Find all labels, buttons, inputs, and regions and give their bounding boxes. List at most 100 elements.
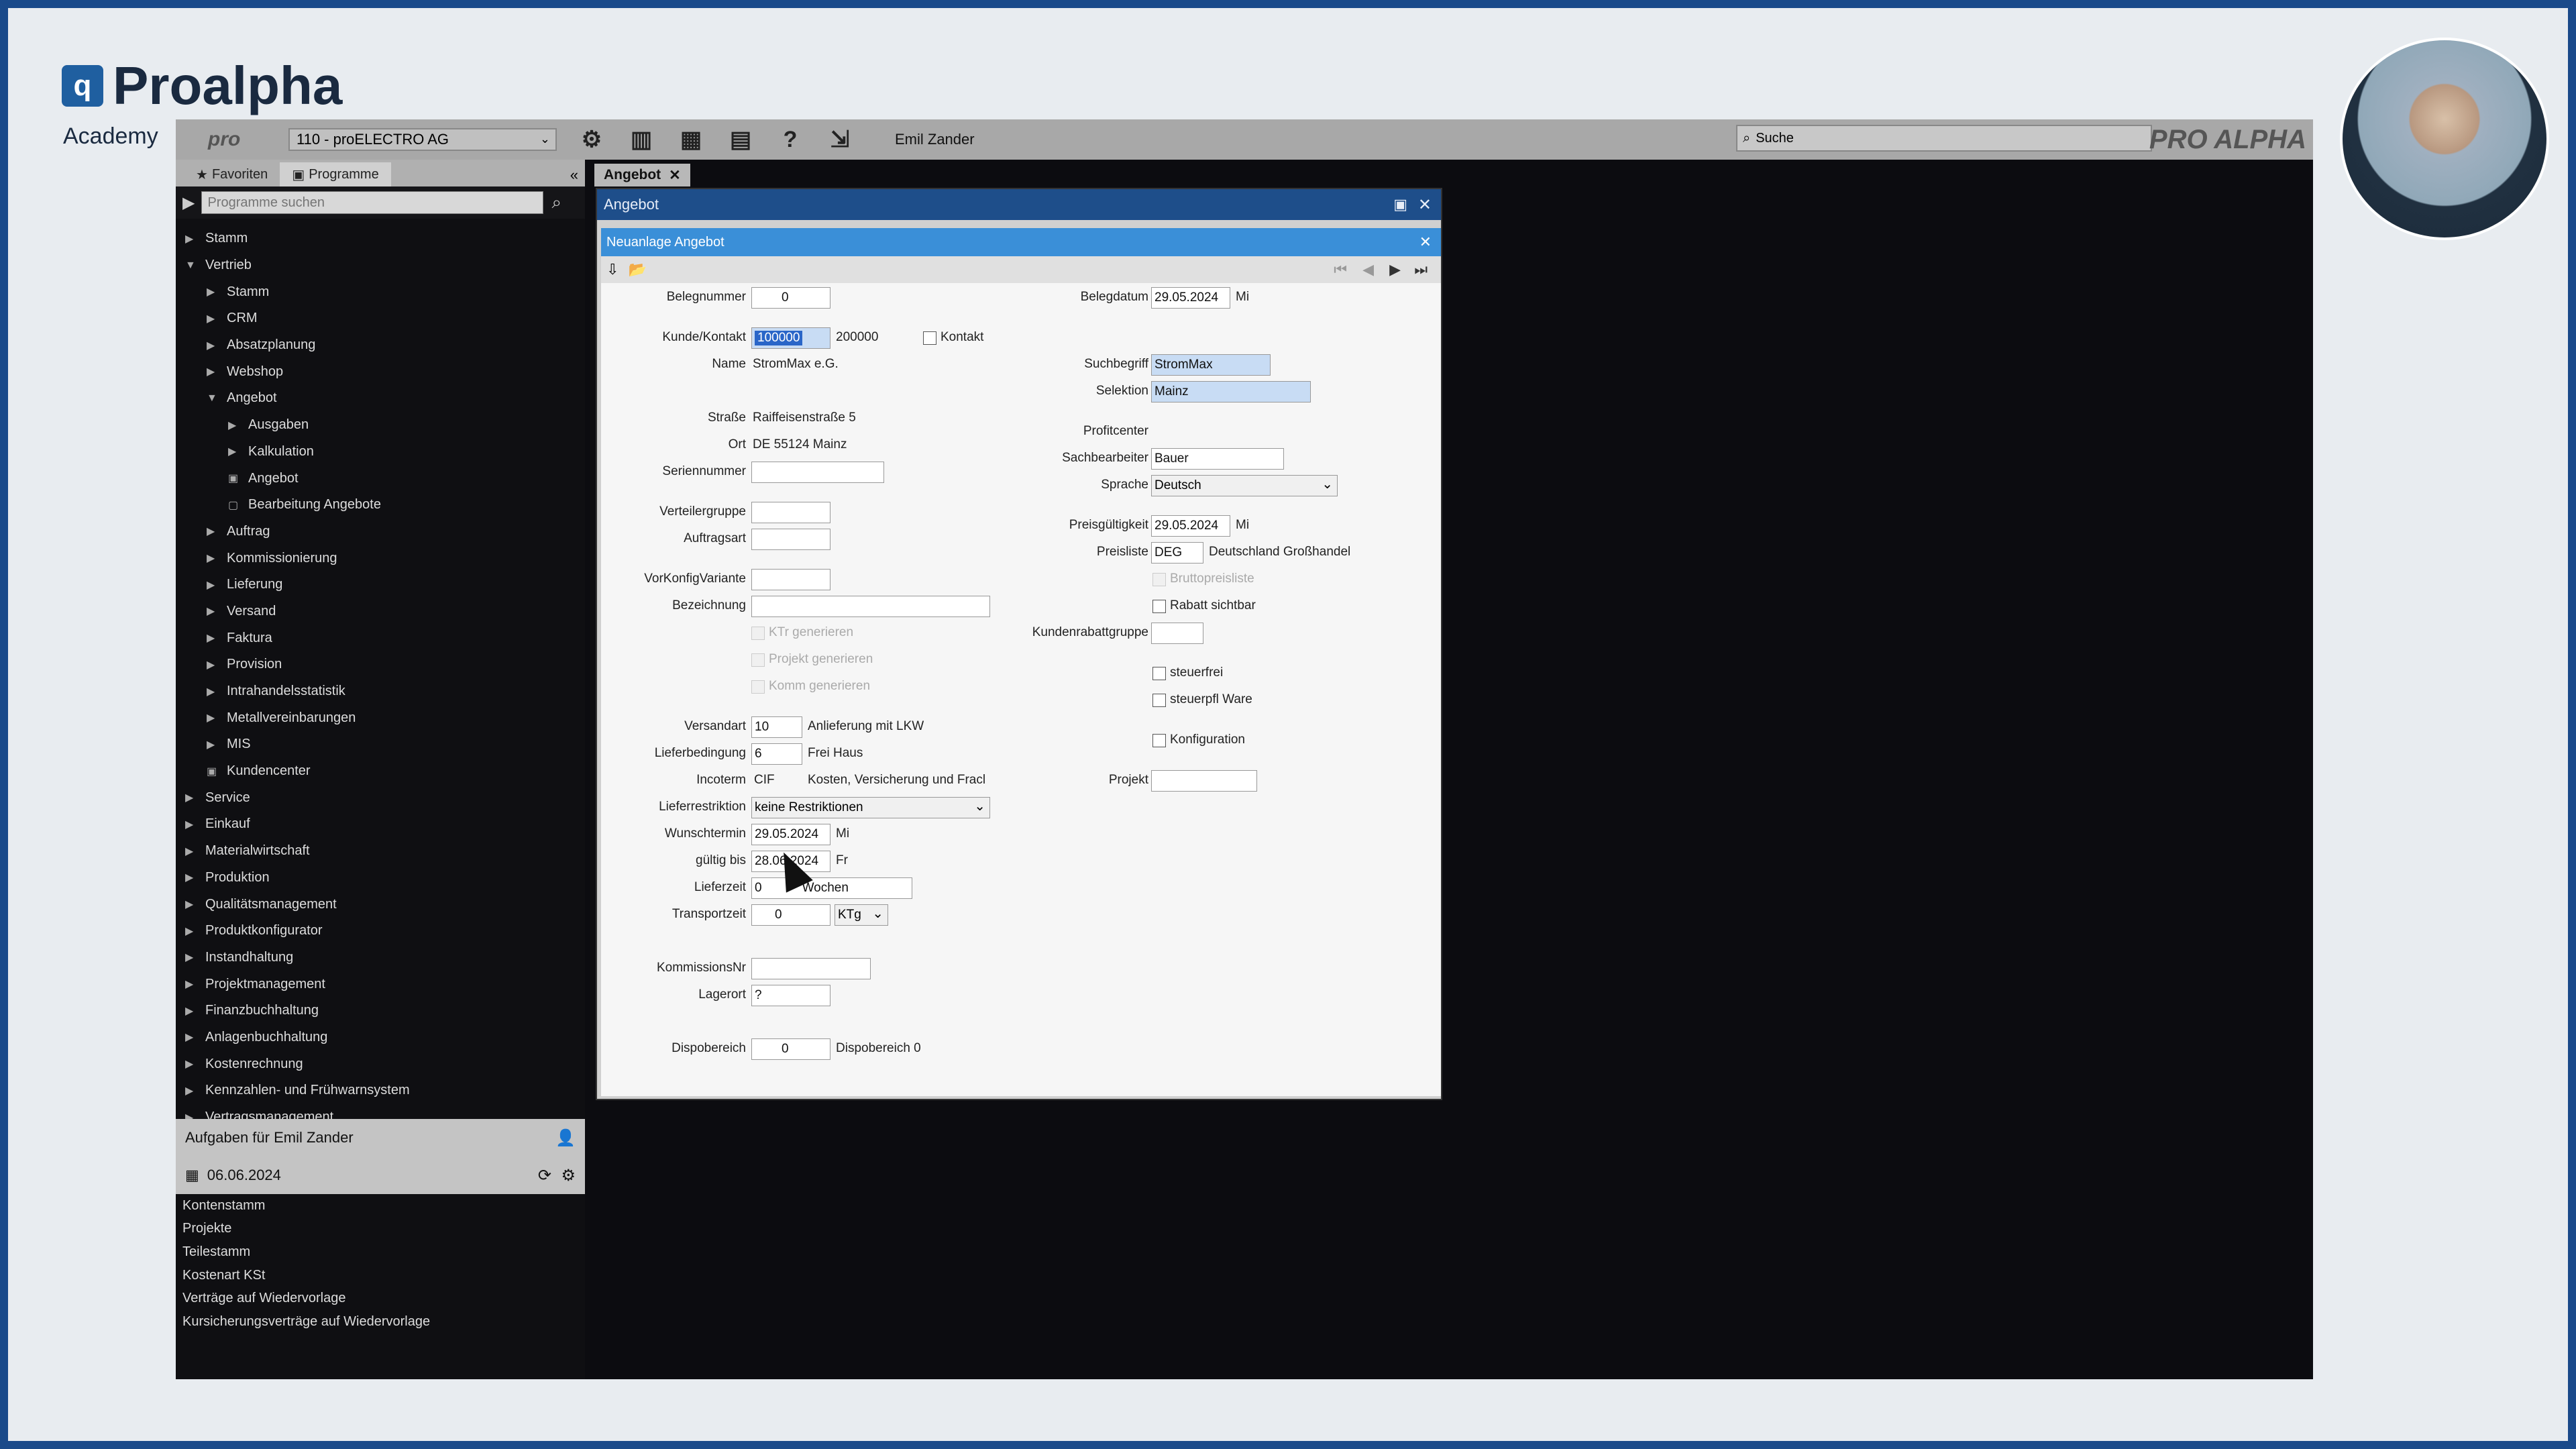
auftragsart-input[interactable] <box>751 529 830 550</box>
user-icon[interactable]: 👤 <box>555 1128 576 1148</box>
task-item[interactable]: Kursicherungsverträge auf Wiedervorlage <box>176 1310 585 1334</box>
belegnummer-input[interactable]: 0 <box>751 287 830 309</box>
komm-generieren-checkbox[interactable] <box>751 680 765 694</box>
lieferrestriktion-select[interactable]: keine Restriktionen <box>751 797 990 818</box>
task-item[interactable]: Teilestamm <box>176 1240 585 1264</box>
tree-item[interactable]: ▶ Absatzplanung <box>176 332 585 359</box>
task-item[interactable]: Kostenart KSt <box>176 1264 585 1287</box>
tree-item[interactable]: ▶ Anlagenbuchhaltung <box>176 1024 585 1051</box>
preisgueltigkeit-input[interactable]: 29.05.2024 <box>1151 515 1230 537</box>
tree-item[interactable]: ▶ Instandhaltung <box>176 945 585 971</box>
transportzeit-unit-select[interactable]: KTg <box>835 904 888 926</box>
tree-item[interactable]: ▶ Qualitätsmanagement <box>176 891 585 918</box>
tree-item[interactable]: ▼ Angebot <box>176 385 585 412</box>
search-icon[interactable]: ⌕ <box>551 192 561 213</box>
verteilergruppe-input[interactable] <box>751 502 830 523</box>
tree-item[interactable]: ▶ Webshop <box>176 358 585 385</box>
collapse-icon[interactable]: « <box>570 166 578 184</box>
next-record-icon[interactable]: ▶ <box>1389 261 1401 278</box>
tree-item[interactable]: ▶ Projektmanagement <box>176 971 585 998</box>
wunschtermin-input[interactable]: 29.05.2024 <box>751 824 830 845</box>
settings-icon[interactable]: ⚙ <box>561 1166 576 1185</box>
tree-item[interactable]: ▣ Kundencenter <box>176 758 585 785</box>
preisliste-input[interactable]: DEG <box>1151 542 1203 564</box>
play-icon[interactable]: ▶ <box>182 193 195 213</box>
task-item[interactable]: Verträge auf Wiedervorlage <box>176 1287 585 1310</box>
tree-item[interactable]: ▶ Kostenrechnung <box>176 1051 585 1077</box>
lieferbedingung-input[interactable]: 6 <box>751 743 802 765</box>
seriennummer-input[interactable] <box>751 462 884 483</box>
tree-item[interactable]: ▶ Kennzahlen- und Frühwarnsystem <box>176 1077 585 1104</box>
task-item[interactable]: Projekte <box>176 1218 585 1241</box>
prev-record-icon[interactable]: ◀ <box>1362 261 1374 278</box>
suchbegriff-input[interactable]: StromMax <box>1151 354 1271 376</box>
tree-item[interactable]: ▼ Vertrieb <box>176 252 585 279</box>
tree-item[interactable]: ▶ Produktkonfigurator <box>176 918 585 945</box>
tree-item[interactable]: ▶ Service <box>176 784 585 811</box>
close-icon[interactable]: ✕ <box>1418 195 1432 215</box>
kundenrabatt-input[interactable] <box>1151 623 1203 644</box>
kommissionsnr-input[interactable] <box>751 958 871 979</box>
bruttopreisliste-checkbox[interactable] <box>1152 573 1166 586</box>
transportzeit-input[interactable]: 0 <box>751 904 830 926</box>
tree-item[interactable]: ▣ Angebot <box>176 465 585 492</box>
calendar-icon[interactable]: ▦ <box>185 1167 199 1184</box>
layout-icon[interactable]: ▦ <box>676 125 706 154</box>
last-record-icon[interactable]: ⏭ <box>1414 261 1428 278</box>
steuerpfl-checkbox[interactable] <box>1152 694 1166 707</box>
tree-item[interactable]: ▶ Produktion <box>176 865 585 892</box>
program-search-input[interactable] <box>201 191 544 214</box>
tree-item[interactable]: ▶ Stamm <box>176 225 585 252</box>
vorkonfig-input[interactable] <box>751 569 830 590</box>
close-icon[interactable]: ✕ <box>669 167 681 184</box>
lieferzeit-input[interactable]: 0 Wochen <box>751 877 912 899</box>
tree-item[interactable]: ▶ Ausgaben <box>176 412 585 439</box>
projekt-input[interactable] <box>1151 770 1257 792</box>
tree-item[interactable]: ▶ Auftrag <box>176 519 585 545</box>
tree-item[interactable]: ▶ MIS <box>176 731 585 758</box>
ktr-checkbox[interactable] <box>751 627 765 640</box>
tree-item[interactable]: ▶ CRM <box>176 305 585 332</box>
tab-programme[interactable]: ▣ Programme <box>280 162 391 186</box>
folder-icon[interactable]: 📂 <box>628 261 646 278</box>
task-item[interactable]: Kontenstamm <box>176 1194 585 1218</box>
steuerfrei-checkbox[interactable] <box>1152 667 1166 680</box>
tree-item[interactable]: ▶ Stamm <box>176 278 585 305</box>
refresh-icon[interactable]: ⟳ <box>538 1166 551 1185</box>
tree-item[interactable]: ▶ Kalkulation <box>176 439 585 466</box>
konfiguration-checkbox[interactable] <box>1152 734 1166 747</box>
tree-item[interactable]: ▶ Metallvereinbarungen <box>176 704 585 731</box>
tree-item[interactable]: ▶ Materialwirtschaft <box>176 838 585 865</box>
tree-item[interactable]: ▶ Einkauf <box>176 811 585 838</box>
tab-favoriten[interactable]: ★ Favoriten <box>184 162 280 186</box>
sprache-select[interactable]: Deutsch <box>1151 475 1338 496</box>
projekt-generieren-checkbox[interactable] <box>751 653 765 667</box>
tree-item[interactable]: ▶ Versand <box>176 598 585 625</box>
tree-item[interactable]: ▶ Lieferung <box>176 572 585 598</box>
panel-icon[interactable]: ▥ <box>627 125 656 154</box>
belegdatum-input[interactable]: 29.05.2024 <box>1151 287 1230 309</box>
versandart-input[interactable]: 10 <box>751 716 802 738</box>
help-icon[interactable]: ? <box>775 125 805 154</box>
dispobereich-input[interactable]: 0 <box>751 1038 830 1060</box>
kunde-input[interactable]: 100000 <box>751 327 830 349</box>
tree-item[interactable]: ▶ Faktura <box>176 625 585 651</box>
tree-item[interactable]: ▶ Kommissionierung <box>176 545 585 572</box>
maximize-icon[interactable]: ▣ <box>1393 196 1407 213</box>
close-icon[interactable]: ✕ <box>1419 233 1432 251</box>
document-tab[interactable]: Angebot ✕ <box>594 164 690 186</box>
rabatt-sichtbar-checkbox[interactable] <box>1152 600 1166 613</box>
kontakt-checkbox[interactable] <box>923 331 936 345</box>
logout-icon[interactable]: ⇲ <box>825 125 855 154</box>
lagerort-input[interactable]: ? <box>751 985 830 1006</box>
company-select[interactable]: 110 - proELECTRO AG ⌄ <box>288 128 557 151</box>
first-record-icon[interactable]: ⏮ <box>1334 261 1347 278</box>
new-record-icon[interactable]: ⇩ <box>606 261 619 278</box>
tree-item[interactable]: ▶ Intrahandelsstatistik <box>176 678 585 705</box>
book-icon[interactable]: ▤ <box>726 125 755 154</box>
tree-item[interactable]: ▢ Bearbeitung Angebote <box>176 492 585 519</box>
sachbearbeiter-input[interactable]: Bauer <box>1151 448 1284 470</box>
tree-item[interactable]: ▶ Provision <box>176 651 585 678</box>
tree-item[interactable]: ▶ Finanzbuchhaltung <box>176 998 585 1024</box>
gear-icon[interactable]: ⚙ <box>577 125 606 154</box>
